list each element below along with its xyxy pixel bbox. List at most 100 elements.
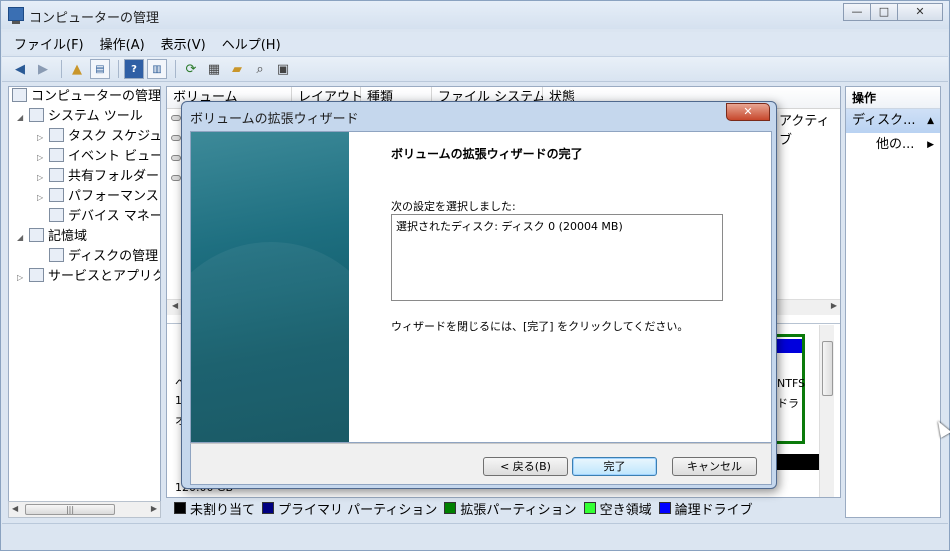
menu-action[interactable]: 操作(A) bbox=[100, 34, 145, 53]
storage-icon bbox=[29, 228, 44, 242]
drive-fragment: ドラ bbox=[777, 397, 799, 410]
close-button[interactable]: ✕ bbox=[897, 3, 943, 21]
computer-management-icon bbox=[8, 7, 24, 24]
legend-label-free: 空き領域 bbox=[599, 502, 652, 518]
scroll-left-arrow-icon[interactable]: ◀ bbox=[12, 504, 18, 513]
collapsed-arrow-icon[interactable]: ▷ bbox=[37, 168, 49, 188]
help-icon[interactable]: ? bbox=[124, 59, 144, 79]
status-fragment: アクティブ bbox=[779, 114, 830, 148]
window-title: コンピューターの管理 bbox=[29, 11, 160, 26]
legend-swatch-unallocated bbox=[174, 502, 186, 514]
legend-swatch-logical bbox=[658, 502, 671, 514]
legend-label-unallocated: 未割り当て bbox=[190, 502, 256, 518]
actions-pane: 操作 ディスク... ▲ 他の... ▶ bbox=[845, 86, 941, 518]
volume-row-icon bbox=[171, 135, 181, 141]
minimize-button[interactable]: — bbox=[843, 3, 871, 21]
tree-item-shared-folders[interactable]: ▷ 共有フォルダー bbox=[37, 167, 159, 187]
collapsed-arrow-icon[interactable]: ▷ bbox=[37, 188, 49, 208]
tree-item-disk-management[interactable]: ディスクの管理 bbox=[49, 247, 158, 267]
device-manager-icon bbox=[49, 208, 64, 222]
finish-button[interactable]: 完了 bbox=[572, 457, 657, 476]
services-icon bbox=[29, 268, 44, 282]
status-bar bbox=[2, 523, 948, 549]
dialog-button-bar: < 戻る(B) 完了 キャンセル bbox=[190, 443, 772, 485]
refresh-icon[interactable]: ⟳ bbox=[181, 59, 201, 79]
properties-icon[interactable]: ▦ bbox=[204, 59, 224, 79]
show-action-pane-icon[interactable]: ▥ bbox=[147, 59, 167, 79]
maximize-button[interactable]: □ bbox=[870, 3, 898, 21]
menu-file[interactable]: ファイル(F) bbox=[14, 34, 84, 53]
legend-label-primary: プライマリ パーティション bbox=[278, 502, 438, 518]
show-tree-icon[interactable]: ▤ bbox=[90, 59, 110, 79]
unallocated-block[interactable] bbox=[775, 454, 819, 470]
disk-settings-icon[interactable]: ▣ bbox=[273, 59, 293, 79]
collapsed-arrow-icon[interactable]: ▷ bbox=[37, 148, 49, 168]
actions-disk-label: ディスク... bbox=[852, 113, 916, 128]
event-log-icon bbox=[49, 148, 64, 162]
wizard-heading: ボリュームの拡張ウィザードの完了 bbox=[391, 147, 583, 161]
tree-item-system-tools[interactable]: ◢ システム ツール bbox=[17, 107, 143, 127]
menu-view[interactable]: 表示(V) bbox=[161, 34, 206, 53]
collapse-arrow-icon[interactable]: ▲ bbox=[927, 109, 934, 133]
actions-header: 操作 bbox=[846, 87, 940, 109]
open-folder-icon[interactable]: ▰ bbox=[227, 59, 247, 79]
scrollbar-thumb[interactable] bbox=[822, 341, 833, 396]
tree-item-computer-management[interactable]: コンピューターの管理 bbox=[12, 87, 160, 107]
selected-settings-label: 次の設定を選択しました: bbox=[391, 200, 516, 213]
volume-row-icon bbox=[171, 115, 181, 121]
actions-disk-management[interactable]: ディスク... ▲ bbox=[846, 109, 940, 133]
scrollbar-thumb[interactable]: ||| bbox=[25, 504, 115, 515]
partition-header-bar bbox=[775, 339, 802, 353]
partition-block[interactable]: NTFS ドラ bbox=[775, 334, 805, 444]
tools-icon bbox=[29, 108, 44, 122]
legend-swatch-extended bbox=[444, 502, 457, 514]
legend-label-logical: 論理ドライブ bbox=[674, 502, 753, 518]
legend-label-extended: 拡張パーティション bbox=[460, 502, 577, 518]
actions-more[interactable]: 他の... ▶ bbox=[846, 133, 940, 157]
navigation-tree: コンピューターの管理 ◢ システム ツール ▷ タスク スケジュ ▷ イベント ビュー… bbox=[8, 86, 161, 518]
scroll-left-arrow-icon[interactable]: ◀ bbox=[172, 301, 178, 310]
back-button[interactable]: < 戻る(B) bbox=[483, 457, 568, 476]
tree-item-services-applications[interactable]: ▷ サービスとアプリク bbox=[17, 267, 160, 288]
disk-management-icon bbox=[49, 248, 64, 262]
menu-help[interactable]: ヘルプ(H) bbox=[222, 34, 281, 53]
tree-item-event-viewer[interactable]: ▷ イベント ビュー bbox=[37, 147, 160, 168]
title-bar: コンピューターの管理 — □ ✕ bbox=[1, 1, 949, 29]
forward-arrow-icon[interactable]: ▶ bbox=[33, 59, 53, 79]
window-controls: — □ ✕ bbox=[843, 3, 943, 21]
cancel-button[interactable]: キャンセル bbox=[672, 457, 757, 476]
filesystem-fragment: NTFS bbox=[777, 377, 806, 390]
selected-disk-text: 選択されたディスク: ディスク 0 (20004 MB) bbox=[396, 220, 623, 233]
performance-icon bbox=[49, 188, 64, 202]
selected-settings-listbox[interactable]: 選択されたディスク: ディスク 0 (20004 MB) bbox=[391, 214, 723, 301]
tree-item-performance[interactable]: ▷ パフォーマンス bbox=[37, 187, 159, 207]
search-icon[interactable]: ⌕ bbox=[250, 59, 270, 79]
scroll-right-arrow-icon[interactable]: ▶ bbox=[151, 504, 157, 513]
collapsed-arrow-icon[interactable]: ▷ bbox=[37, 128, 49, 148]
expanded-arrow-icon[interactable]: ◢ bbox=[17, 108, 29, 128]
legend-swatch-free bbox=[583, 502, 596, 514]
up-folder-icon[interactable]: ▲ bbox=[67, 59, 87, 79]
legend: 未割り当て プライマリ パーティション 拡張パーティション 空き領域 論理ドライ… bbox=[171, 499, 757, 518]
dialog-close-button[interactable]: ✕ bbox=[726, 103, 770, 121]
volume-row-icon bbox=[171, 175, 181, 181]
dialog-title: ボリュームの拡張ウィザード bbox=[190, 112, 359, 127]
shared-folder-icon bbox=[49, 168, 64, 182]
tree-item-storage[interactable]: ◢ 記憶域 bbox=[17, 227, 87, 247]
scroll-right-arrow-icon[interactable]: ▶ bbox=[831, 301, 837, 310]
tree-horizontal-scrollbar[interactable]: ◀ ||| ▶ bbox=[8, 501, 161, 518]
extend-volume-wizard-dialog: ボリュームの拡張ウィザード ✕ ボリュームの拡張ウィザードの完了 次の設定を選択… bbox=[181, 101, 777, 489]
collapsed-arrow-icon[interactable]: ▷ bbox=[17, 268, 29, 288]
computer-icon bbox=[12, 88, 27, 102]
tree-item-device-manager[interactable]: デバイス マネー bbox=[49, 207, 160, 227]
dialog-body: ボリュームの拡張ウィザードの完了 次の設定を選択しました: 選択されたディスク:… bbox=[190, 131, 772, 443]
tree-item-task-scheduler[interactable]: ▷ タスク スケジュ bbox=[37, 127, 160, 148]
legend-swatch-primary bbox=[262, 502, 275, 514]
clock-icon bbox=[49, 128, 64, 142]
disk-pane-vertical-scrollbar[interactable] bbox=[819, 325, 834, 497]
expanded-arrow-icon[interactable]: ◢ bbox=[17, 228, 29, 248]
wizard-side-banner bbox=[191, 132, 391, 442]
volume-row-icon bbox=[171, 155, 181, 161]
back-arrow-icon[interactable]: ◀ bbox=[10, 59, 30, 79]
actions-more-label: 他の... bbox=[876, 137, 915, 152]
